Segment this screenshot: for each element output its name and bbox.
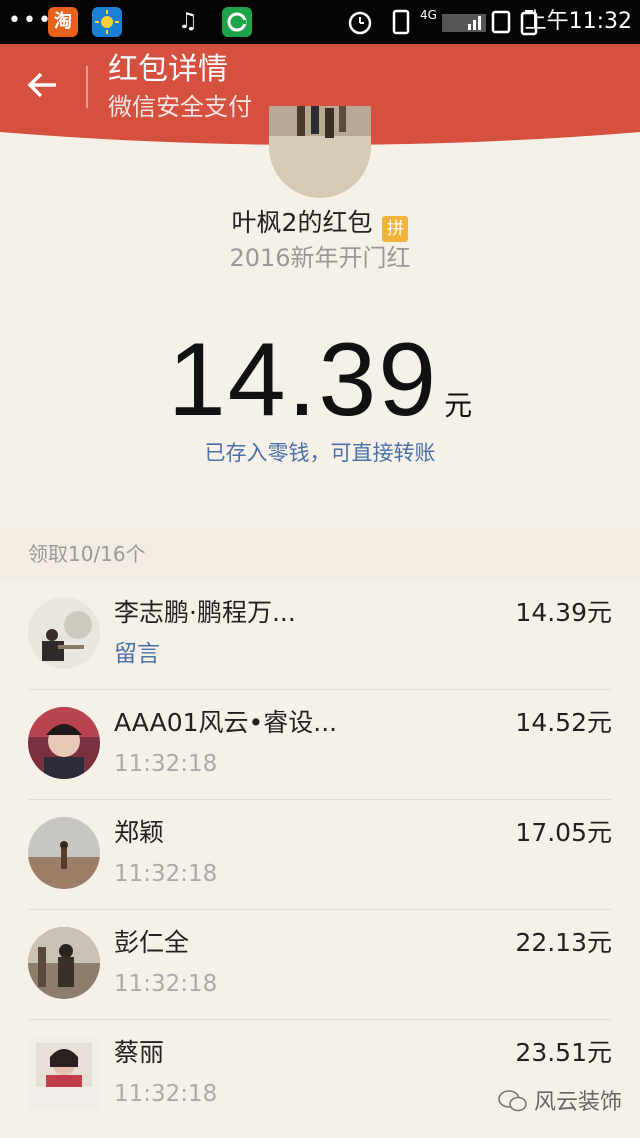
claim-time: 11:32:18	[114, 751, 218, 777]
list-item[interactable]: 彭仁全 11:32:18 22.13元	[0, 910, 640, 1020]
avatar	[28, 597, 100, 669]
pin-badge: 拼	[382, 216, 409, 242]
claimed-count: 领取10/16个	[28, 542, 146, 566]
vibrate-icon	[388, 8, 414, 44]
leave-message-link[interactable]: 留言	[114, 638, 160, 670]
recipient-amount: 22.13元	[515, 928, 612, 957]
watermark-text: 风云装饰	[533, 1090, 622, 1115]
header-divider	[86, 66, 88, 108]
amount-unit: 元	[444, 389, 473, 422]
list-item[interactable]: 郑颖 11:32:18 17.05元	[0, 800, 640, 910]
saved-to-wallet-link[interactable]: 已存入零钱，可直接转账	[0, 438, 640, 468]
network-label: 4G	[420, 8, 437, 22]
app-notification-icon	[222, 7, 252, 37]
wechat-icon	[498, 1090, 527, 1112]
sim-icon	[490, 8, 512, 44]
sender-name: 叶枫2的红包	[231, 208, 373, 237]
avatar	[28, 707, 100, 779]
sender-avatar[interactable]	[269, 106, 371, 198]
status-time: 上午11:32	[524, 9, 632, 34]
back-button[interactable]	[20, 62, 66, 108]
recipient-name: 彭仁全	[114, 928, 190, 957]
weather-app-icon	[92, 7, 122, 37]
page-subtitle: 微信安全支付	[108, 93, 252, 121]
cell-signal-icon	[442, 8, 486, 44]
sender-name-line: 叶枫2的红包拼	[0, 206, 640, 242]
greeting-message: 2016新年开门红	[229, 244, 411, 272]
alarm-icon	[346, 8, 374, 44]
music-icon: ♫	[178, 9, 198, 34]
list-item[interactable]: AAA01风云•睿设... 11:32:18 14.52元	[0, 690, 640, 800]
avatar	[28, 817, 100, 889]
recipient-name: 蔡丽	[114, 1038, 165, 1067]
avatar	[28, 1037, 100, 1109]
recipient-amount: 17.05元	[515, 818, 612, 847]
back-arrow-icon	[27, 72, 56, 98]
amount-value: 14.39	[167, 322, 439, 438]
recipient-name: 郑颖	[114, 818, 165, 847]
signal-4g-icon: 4G	[420, 8, 437, 22]
list-item[interactable]: 李志鹏·鹏程万... 留言 14.39元	[0, 580, 640, 690]
amount-display: 14.39 元	[0, 320, 640, 440]
recipient-amount: 23.51元	[515, 1038, 612, 1067]
recipient-name: AAA01风云•睿设...	[114, 708, 338, 737]
claim-time: 11:32:18	[114, 861, 218, 887]
recipient-amount: 14.39元	[515, 598, 612, 627]
page-title: 红包详情	[108, 52, 228, 87]
taobao-app-icon: 淘	[48, 7, 78, 37]
status-bar: ••• 淘 ♫ 4G 上午11:32	[0, 0, 640, 44]
avatar	[28, 927, 100, 999]
claim-time: 11:32:18	[114, 1081, 218, 1107]
watermark: 风云装饰	[498, 1088, 622, 1118]
more-notifications-icon: •••	[8, 8, 53, 33]
claim-time: 11:32:18	[114, 971, 218, 997]
taobao-icon-label: 淘	[54, 11, 72, 32]
recipient-name: 李志鹏·鹏程万...	[114, 598, 296, 627]
recipient-amount: 14.52元	[515, 708, 612, 737]
